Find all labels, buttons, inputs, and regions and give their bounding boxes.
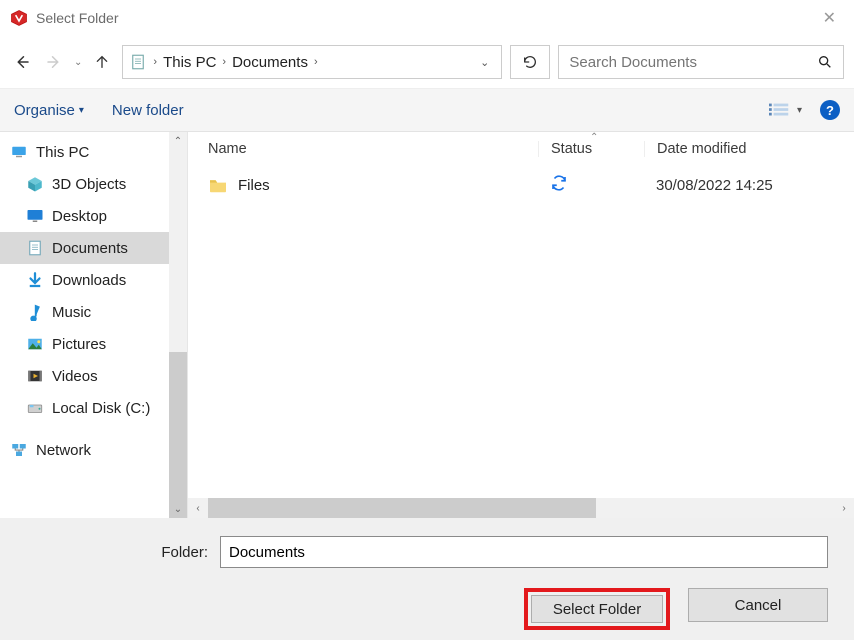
document-location-icon bbox=[129, 53, 147, 71]
column-header-name-label: Name bbox=[208, 141, 247, 157]
tree-item-3d-objects[interactable]: 3D Objects bbox=[0, 168, 169, 200]
column-headers: Name ⌃ Status Date modified bbox=[188, 132, 854, 166]
tree-item-documents[interactable]: Documents bbox=[0, 232, 169, 264]
tree-item-downloads[interactable]: Downloads bbox=[0, 264, 169, 296]
video-icon bbox=[26, 367, 44, 385]
back-button[interactable] bbox=[10, 50, 34, 74]
scrollbar-track[interactable] bbox=[208, 498, 834, 518]
search-icon[interactable] bbox=[817, 54, 833, 70]
scroll-up-button[interactable]: ⌃ bbox=[169, 132, 187, 150]
tree-item-pictures[interactable]: Pictures bbox=[0, 328, 169, 360]
address-dropdown[interactable]: ⌄ bbox=[474, 56, 495, 69]
tree-item-network[interactable]: Network bbox=[0, 434, 169, 466]
organise-label: Organise bbox=[14, 102, 75, 119]
view-options-button[interactable]: ▾ bbox=[769, 102, 802, 118]
file-row[interactable]: Files 30/08/2022 14:25 bbox=[188, 166, 854, 204]
horizontal-scrollbar[interactable]: ‹ › bbox=[188, 498, 854, 518]
chevron-right-icon[interactable]: › bbox=[151, 56, 159, 68]
arrow-up-icon bbox=[94, 54, 110, 70]
file-date: 30/08/2022 14:25 bbox=[656, 177, 773, 194]
network-icon bbox=[10, 441, 28, 459]
chevron-right-icon[interactable]: › bbox=[312, 56, 320, 68]
organise-menu[interactable]: Organise ▾ bbox=[14, 102, 84, 119]
breadcrumb-documents[interactable]: Documents bbox=[228, 54, 312, 71]
column-header-name[interactable]: Name bbox=[188, 141, 538, 157]
chevron-down-icon: ▾ bbox=[797, 105, 802, 116]
list-view-icon bbox=[769, 102, 791, 118]
document-icon bbox=[26, 239, 44, 257]
folder-icon bbox=[208, 177, 228, 193]
file-list: Name ⌃ Status Date modified Files 30/08/… bbox=[188, 132, 854, 518]
close-button[interactable]: ✕ bbox=[815, 4, 844, 32]
arrow-right-icon bbox=[45, 53, 63, 71]
tree-item-desktop[interactable]: Desktop bbox=[0, 200, 169, 232]
tree-root-label: This PC bbox=[36, 144, 89, 161]
column-header-status[interactable]: Status bbox=[538, 141, 644, 157]
recent-locations-dropdown[interactable]: ⌄ bbox=[74, 57, 82, 68]
scrollbar-thumb[interactable] bbox=[208, 498, 596, 518]
cancel-button[interactable]: Cancel bbox=[688, 588, 828, 622]
tree-item-videos[interactable]: Videos bbox=[0, 360, 169, 392]
body-area: This PC 3D Objects Desktop Documents Dow… bbox=[0, 132, 854, 518]
sync-icon bbox=[550, 174, 568, 192]
toolbar: Organise ▾ New folder ▾ ? bbox=[0, 88, 854, 132]
arrow-left-icon bbox=[13, 53, 31, 71]
pc-icon bbox=[10, 143, 28, 161]
address-bar[interactable]: › This PC › Documents › ⌄ bbox=[122, 45, 502, 79]
scroll-down-button[interactable]: ⌄ bbox=[169, 500, 187, 518]
tree-scrollbar[interactable]: ⌃ ⌄ bbox=[169, 132, 187, 518]
disk-icon bbox=[26, 399, 44, 417]
desktop-icon bbox=[26, 207, 44, 225]
forward-button[interactable] bbox=[42, 50, 66, 74]
app-icon bbox=[10, 9, 28, 27]
cube-icon bbox=[26, 175, 44, 193]
select-folder-button[interactable]: Select Folder bbox=[531, 595, 663, 623]
tree-item-music[interactable]: Music bbox=[0, 296, 169, 328]
tree-item-label: Local Disk (C:) bbox=[52, 400, 150, 417]
folder-field-label: Folder: bbox=[14, 544, 220, 561]
picture-icon bbox=[26, 335, 44, 353]
download-icon bbox=[26, 271, 44, 289]
help-button[interactable]: ? bbox=[820, 100, 840, 120]
column-header-date[interactable]: Date modified bbox=[644, 141, 854, 157]
tree-item-label: Music bbox=[52, 304, 91, 321]
music-icon bbox=[26, 303, 44, 321]
search-input[interactable] bbox=[569, 54, 817, 71]
footer: Folder: Select Folder Cancel bbox=[0, 518, 854, 640]
tree-item-label: Documents bbox=[52, 240, 128, 257]
titlebar: Select Folder ✕ bbox=[0, 0, 854, 36]
scroll-left-button[interactable]: ‹ bbox=[188, 503, 208, 514]
tree-item-label: Desktop bbox=[52, 208, 107, 225]
column-header-status-label: Status bbox=[551, 141, 592, 157]
chevron-down-icon: ▾ bbox=[79, 105, 84, 116]
breadcrumb-this-pc[interactable]: This PC bbox=[159, 54, 220, 71]
tree-root-this-pc[interactable]: This PC bbox=[0, 136, 169, 168]
folder-name-input[interactable] bbox=[220, 536, 828, 568]
file-name: Files bbox=[238, 177, 270, 194]
refresh-button[interactable] bbox=[510, 45, 550, 79]
tree-item-label: 3D Objects bbox=[52, 176, 126, 193]
tree-item-label: Downloads bbox=[52, 272, 126, 289]
chevron-right-icon[interactable]: › bbox=[220, 56, 228, 68]
tree-item-label: Network bbox=[36, 442, 91, 459]
file-list-rows: Files 30/08/2022 14:25 bbox=[188, 166, 854, 498]
column-header-date-label: Date modified bbox=[657, 141, 746, 157]
window-title: Select Folder bbox=[36, 10, 118, 26]
search-box[interactable] bbox=[558, 45, 844, 79]
scroll-right-button[interactable]: › bbox=[834, 503, 854, 514]
tree-item-label: Videos bbox=[52, 368, 98, 385]
tree-item-local-disk[interactable]: Local Disk (C:) bbox=[0, 392, 169, 424]
sort-indicator-icon: ⌃ bbox=[590, 132, 598, 143]
new-folder-button[interactable]: New folder bbox=[112, 102, 184, 119]
up-button[interactable] bbox=[90, 50, 114, 74]
select-folder-highlight: Select Folder bbox=[524, 588, 670, 630]
tree-item-label: Pictures bbox=[52, 336, 106, 353]
navigation-tree: This PC 3D Objects Desktop Documents Dow… bbox=[0, 132, 188, 518]
scrollbar-thumb[interactable] bbox=[169, 352, 187, 518]
refresh-icon bbox=[522, 54, 538, 70]
nav-row: ⌄ › This PC › Documents › ⌄ bbox=[0, 36, 854, 88]
